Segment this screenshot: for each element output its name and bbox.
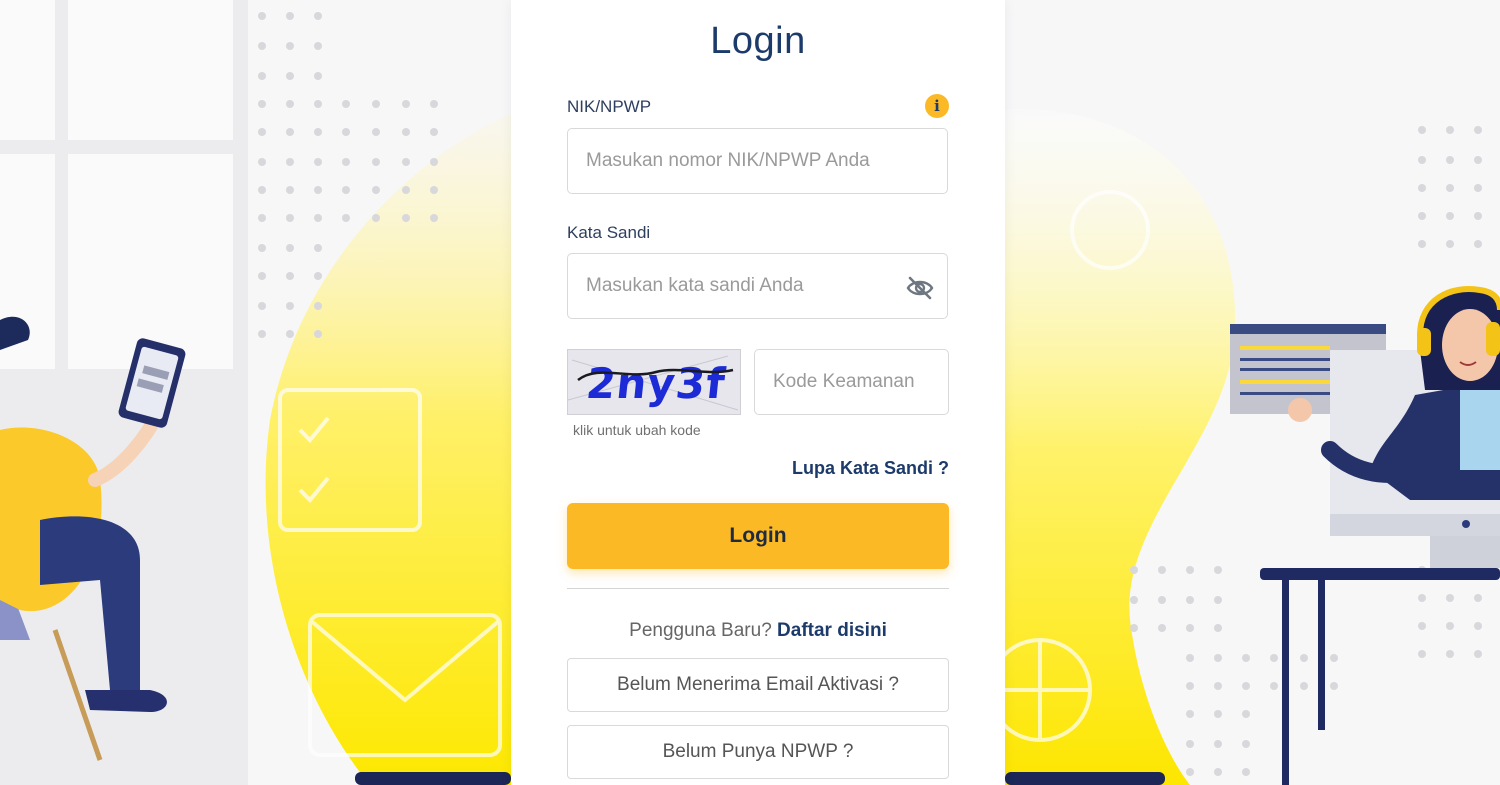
nik-label: NIK/NPWP <box>567 97 652 116</box>
register-link[interactable]: Daftar disini <box>777 620 887 641</box>
login-card: Login NIK/NPWP i Kata Sandi 2ny3f klik u… <box>511 0 1005 785</box>
forgot-password-link[interactable]: Lupa Kata Sandi ? <box>792 458 949 479</box>
captcha-hint: klik untuk ubah kode <box>573 422 701 438</box>
security-code-input[interactable] <box>754 349 949 415</box>
password-input[interactable] <box>567 253 948 319</box>
new-user-text: Pengguna Baru? <box>629 620 772 641</box>
captcha-image[interactable]: 2ny3f <box>567 349 741 415</box>
divider <box>567 588 949 589</box>
captcha-text: 2ny3f <box>584 359 728 408</box>
password-label: Kata Sandi <box>567 223 651 242</box>
no-npwp-button[interactable]: Belum Punya NPWP ? <box>567 725 949 779</box>
eye-slash-icon[interactable] <box>905 276 935 300</box>
login-button[interactable]: Login <box>567 503 949 569</box>
register-row: Pengguna Baru? Daftar disini <box>511 620 1005 642</box>
nik-input[interactable] <box>567 128 948 194</box>
resend-activation-button[interactable]: Belum Menerima Email Aktivasi ? <box>567 658 949 712</box>
captcha-graphic: 2ny3f <box>567 350 740 414</box>
info-icon[interactable]: i <box>925 94 949 118</box>
page-title: Login <box>710 20 806 62</box>
